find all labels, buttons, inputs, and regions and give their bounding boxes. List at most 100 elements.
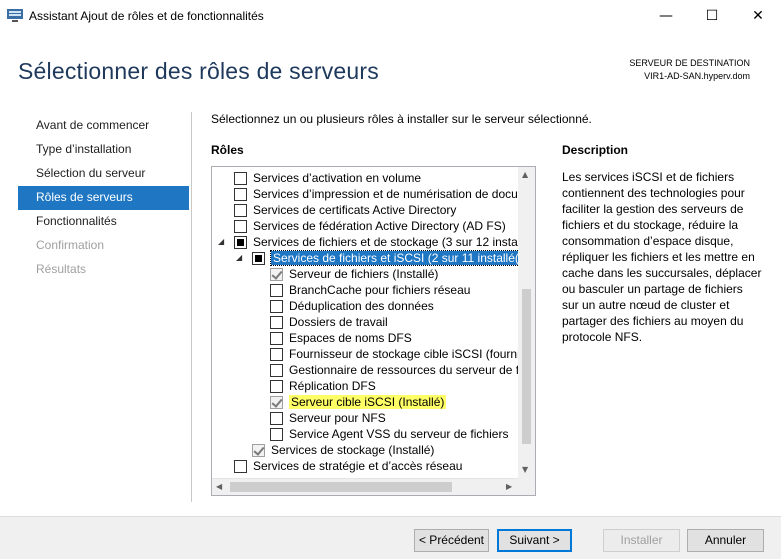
expand-arrow-icon[interactable]: ◢ — [236, 253, 245, 262]
role-checkbox[interactable] — [270, 316, 283, 329]
cancel-button[interactable]: Annuler — [687, 529, 764, 552]
destination-server-name: VIR1-AD-SAN.hyperv.dom — [644, 71, 750, 81]
nav-item-server-roles[interactable]: Rôles de serveurs — [18, 186, 189, 210]
destination-server-label: SERVEUR DE DESTINATION — [629, 58, 750, 68]
role-row[interactable]: ◢ Services de fichiers et de stockage (3 … — [212, 234, 530, 250]
role-checkbox[interactable] — [270, 300, 283, 313]
instruction-text: Sélectionnez un ou plusieurs rôles à ins… — [211, 112, 592, 126]
horizontal-scroll-thumb[interactable] — [230, 482, 452, 492]
role-checkbox[interactable] — [234, 220, 247, 233]
role-label: Serveur cible iSCSI (Installé) — [289, 395, 447, 409]
nav-item-confirmation: Confirmation — [36, 238, 105, 252]
next-button[interactable]: Suivant > — [497, 529, 572, 552]
window-title: Assistant Ajout de rôles et de fonctionn… — [29, 9, 264, 23]
role-label: Services de fichiers et de stockage (3 s… — [253, 235, 530, 249]
minimize-icon: — — [659, 8, 673, 24]
role-label: Services d’impression et de numérisation… — [253, 187, 528, 201]
role-label: Service Agent VSS du serveur de fichiers — [289, 427, 509, 441]
horizontal-scrollbar[interactable]: ◀ ▶ — [212, 478, 519, 495]
role-checkbox — [270, 268, 283, 281]
description-heading: Description — [562, 143, 629, 157]
scroll-left-icon[interactable]: ◀ — [216, 482, 222, 492]
role-label: Services de fichiers et iSCSI (2 sur 11 … — [270, 250, 535, 266]
roles-tree-list: Services d’activation en volume Services … — [212, 170, 535, 474]
role-label: Serveur de fichiers (Installé) — [289, 267, 439, 281]
expand-arrow-icon[interactable]: ◢ — [218, 237, 227, 246]
role-checkbox[interactable] — [270, 412, 283, 425]
role-row[interactable]: Espaces de noms DFS — [212, 330, 519, 346]
close-button[interactable]: ✕ — [735, 0, 781, 33]
role-label: Déduplication des données — [289, 299, 434, 313]
role-label: Gestionnaire de ressources du serveur de… — [289, 363, 522, 377]
role-row[interactable]: Service Agent VSS du serveur de fichiers — [212, 426, 519, 442]
previous-button[interactable]: < Précédent — [414, 529, 489, 552]
role-row[interactable]: Services d’activation en volume — [212, 170, 519, 186]
role-row[interactable]: Gestionnaire de ressources du serveur de… — [212, 362, 522, 378]
role-label: Serveur pour NFS — [289, 411, 386, 425]
vertical-scrollbar[interactable]: ▲ ▼ — [518, 167, 535, 479]
role-row[interactable]: Services de certificats Active Directory — [212, 202, 519, 218]
role-checkbox[interactable] — [234, 236, 247, 249]
maximize-icon: ☐ — [705, 8, 719, 24]
role-label: Services de stockage (Installé) — [271, 443, 435, 457]
role-label: BranchCache pour fichiers réseau — [289, 283, 471, 297]
nav-item-server-selection[interactable]: Sélection du serveur — [18, 162, 189, 186]
role-row[interactable]: Services de stratégie et d’accès réseau — [212, 458, 519, 474]
role-row[interactable]: Déduplication des données — [212, 298, 519, 314]
role-label: Dossiers de travail — [289, 315, 388, 329]
server-manager-icon — [7, 9, 23, 22]
role-checkbox — [252, 444, 265, 457]
role-label: Services de fédération Active Directory … — [253, 219, 506, 233]
role-row[interactable]: Services de stockage (Installé) — [212, 442, 519, 458]
role-row[interactable]: Serveur de fichiers (Installé) — [212, 266, 519, 282]
install-button: Installer — [603, 529, 680, 552]
description-text: Les services iSCSI et de fichiers contie… — [562, 170, 762, 344]
role-row[interactable]: Serveur cible iSCSI (Installé) — [212, 394, 519, 410]
role-checkbox[interactable] — [270, 380, 283, 393]
wizard-nav: Avant de commencer Type d’installation S… — [18, 114, 189, 282]
roles-tree[interactable]: Services d’activation en volume Services … — [211, 166, 536, 496]
scroll-down-icon[interactable]: ▼ — [522, 465, 528, 475]
nav-item-installation-type[interactable]: Type d’installation — [18, 138, 189, 162]
role-checkbox[interactable] — [234, 172, 247, 185]
minimize-button[interactable]: — — [643, 0, 689, 33]
role-checkbox[interactable] — [270, 348, 283, 361]
scroll-up-icon[interactable]: ▲ — [522, 170, 528, 180]
scroll-right-icon[interactable]: ▶ — [506, 482, 512, 492]
role-label: Fournisseur de stockage cible iSCSI (fou… — [289, 347, 526, 361]
maximize-button[interactable]: ☐ — [689, 0, 735, 33]
role-checkbox[interactable] — [234, 188, 247, 201]
role-checkbox[interactable] — [252, 252, 265, 265]
nav-item-features[interactable]: Fonctionnalités — [18, 210, 189, 234]
role-row[interactable]: Services d’impression et de numérisation… — [212, 186, 528, 202]
role-row[interactable]: Dossiers de travail — [212, 314, 519, 330]
nav-item-results: Résultats — [36, 262, 87, 276]
close-icon: ✕ — [752, 8, 764, 24]
role-row[interactable]: Fournisseur de stockage cible iSCSI (fou… — [212, 346, 526, 362]
role-checkbox[interactable] — [270, 332, 283, 345]
scrollbar-corner — [518, 478, 535, 495]
role-label: Services de certificats Active Directory — [253, 203, 457, 217]
role-label: Services d’activation en volume — [253, 171, 422, 185]
role-checkbox[interactable] — [270, 364, 283, 377]
nav-item-before-you-begin[interactable]: Avant de commencer — [18, 114, 189, 138]
footer-bar: < Précédent Suivant > Installer Annuler — [0, 516, 781, 559]
role-label: Réplication DFS — [289, 379, 376, 393]
role-row[interactable]: BranchCache pour fichiers réseau — [212, 282, 519, 298]
vertical-scroll-thumb[interactable] — [522, 289, 531, 444]
role-row[interactable]: Réplication DFS — [212, 378, 519, 394]
role-row[interactable]: Serveur pour NFS — [212, 410, 519, 426]
role-checkbox — [270, 396, 283, 409]
role-checkbox[interactable] — [270, 284, 283, 297]
role-row[interactable]: Services de fédération Active Directory … — [212, 218, 519, 234]
nav-divider — [191, 112, 192, 502]
roles-heading: Rôles — [211, 143, 244, 157]
role-checkbox[interactable] — [234, 204, 247, 217]
role-label: Services de stratégie et d’accès réseau — [253, 459, 463, 473]
role-checkbox[interactable] — [270, 428, 283, 441]
role-checkbox[interactable] — [234, 460, 247, 473]
role-row[interactable]: ◢ Services de fichiers et iSCSI (2 sur 11… — [212, 250, 535, 266]
role-label: Espaces de noms DFS — [289, 331, 412, 345]
page-title: Sélectionner des rôles de serveurs — [18, 58, 379, 84]
title-bar: Assistant Ajout de rôles et de fonctionn… — [0, 0, 781, 33]
